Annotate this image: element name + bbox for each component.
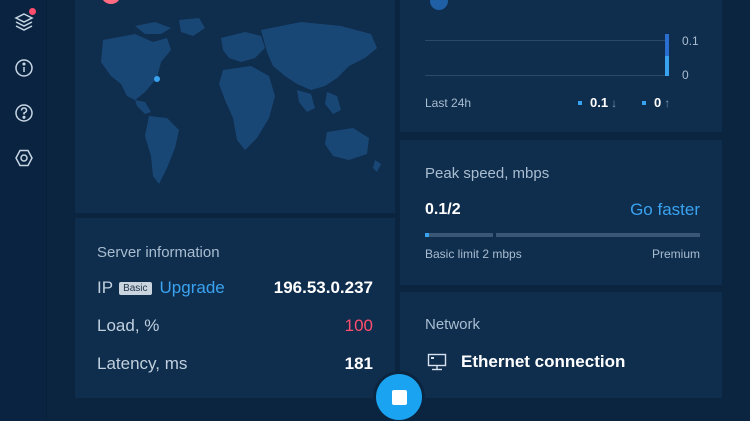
peak-speed-panel: Peak speed, mbps 0.1/2 Go faster Basic l… [400,140,722,285]
graph-tick-bottom: 0 [682,68,689,82]
go-faster-link[interactable]: Go faster [630,200,700,220]
traffic-graph [425,34,675,76]
premium-label: Premium [651,247,700,261]
settings-hex-icon[interactable] [12,146,36,170]
server-information-panel: Server information IP Basic Upgrade 196.… [75,218,395,398]
help-icon[interactable] [12,101,36,125]
plan-badge: Basic [119,281,152,295]
ethernet-icon [427,353,447,371]
upgrade-link[interactable]: Upgrade [160,278,225,298]
graph-indicator [430,0,448,10]
load-label: Load, % [97,316,160,335]
notification-badge [29,8,36,15]
basic-limit-track [425,233,493,237]
world-map [101,0,381,184]
graph-bar-download [665,34,669,56]
peak-speed-value: 0.1/2 [425,201,461,218]
traffic-graph-panel: 0.1 0 Last 24h 0.1 ↓ 0 ↑ [400,0,722,132]
load-value: 100 [344,316,373,335]
sidebar [0,0,47,421]
network-title: Network [425,316,481,333]
upload-legend-dot [642,100,646,105]
ip-label: IP [97,278,114,297]
load-row: Load, % 100 [97,316,373,336]
status-indicator [103,0,119,4]
server-information-title: Server information [97,244,220,261]
network-panel: Network Ethernet connection [400,292,722,398]
disconnect-button[interactable] [376,374,422,420]
network-connection: Ethernet connection [427,352,625,372]
ip-value: 196.53.0.237 [273,278,373,297]
info-icon[interactable] [12,56,36,80]
graph-gridline-top [425,40,669,41]
basic-limit-label: Basic limit 2 mbps [425,247,522,261]
download-legend-dot [578,100,582,105]
peak-speed-title: Peak speed, mbps [425,165,550,182]
latency-row: Latency, ms 181 [97,354,373,374]
stop-icon [391,389,407,405]
upload-arrow-icon: ↑ [664,95,671,110]
peak-speed-fill [425,233,429,237]
graph-gridline-bottom [425,75,669,76]
world-map-panel [75,0,395,213]
latency-value: 181 [344,354,373,373]
download-value: 0.1 [590,95,609,110]
ip-row: IP Basic Upgrade 196.53.0.237 [97,278,373,298]
download-arrow-icon: ↓ [611,95,618,110]
server-location-marker [154,76,160,82]
upload-value: 0 [654,95,662,110]
period-label: Last 24h [425,96,472,110]
latency-label: Latency, ms [97,354,188,373]
upload-stat: 0 ↑ [642,95,670,110]
download-stat: 0.1 ↓ [578,95,617,110]
premium-track [496,233,700,237]
graph-bar-upload [665,56,669,76]
connection-name: Ethernet connection [461,352,626,371]
layers-icon[interactable] [12,8,36,34]
graph-tick-top: 0.1 [682,34,699,48]
